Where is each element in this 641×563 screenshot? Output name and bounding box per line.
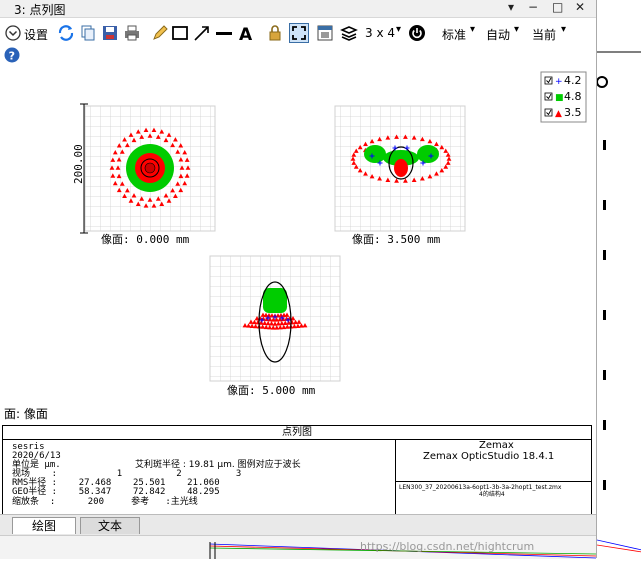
zemax-version: Zemax OpticStudio 18.4.1 xyxy=(423,451,555,462)
settings-button[interactable]: 设置 xyxy=(24,26,48,43)
zemax-title: Zemax xyxy=(479,440,514,451)
info-header: 点列图 xyxy=(3,426,591,440)
spot-diagram-svg: 像面: 0.000 mm 像面: 3.500 mm 像面: 5.000 mm 2… xyxy=(4,71,587,421)
auto-dropdown[interactable]: 自动 xyxy=(486,26,510,43)
legend-marker-green: ■ xyxy=(555,93,564,103)
layout-dropdown[interactable]: 3 x 4 xyxy=(365,26,395,40)
field-1-label: 像面: 0.000 mm xyxy=(101,233,190,246)
fit-frame-icon[interactable] xyxy=(289,23,309,43)
text-tool-icon[interactable]: A xyxy=(237,24,255,42)
legend-label-1: 4.2 xyxy=(564,74,582,87)
window-title: 3: 点列图 xyxy=(14,3,66,17)
close-button[interactable]: ✕ xyxy=(575,0,585,14)
background-lines: https://blog.csdn.net/hightcrum xyxy=(209,540,597,559)
current-dropdown[interactable]: 当前 xyxy=(532,26,556,43)
window-titlebar: 3: 点列图 ▾ − □ ✕ xyxy=(0,0,596,18)
print-icon[interactable] xyxy=(123,24,141,42)
background-window xyxy=(596,0,641,558)
copy-icon[interactable] xyxy=(79,24,97,42)
arrow-icon[interactable] xyxy=(193,24,211,42)
save-icon[interactable] xyxy=(101,24,119,42)
field-3-label: 像面: 5.000 mm xyxy=(227,384,316,397)
airy-radius-text: 艾利斑半径 : 19.81 μm. 图例对应于波长 xyxy=(135,460,301,470)
minimize-button[interactable]: − xyxy=(528,0,538,14)
info-line-6: GEO半径 : 58.347 72.842 48.295 xyxy=(12,487,220,497)
info-panel: 点列图 sesris 2020/6/13 单位是 μm. 视场 : 1 2 3 … xyxy=(2,425,592,515)
legend-label-2: 4.8 xyxy=(564,90,582,103)
pencil-icon[interactable] xyxy=(151,24,169,42)
watermark: https://blog.csdn.net/hightcrum xyxy=(360,540,534,553)
maximize-button[interactable]: □ xyxy=(552,0,563,14)
field-2-label: 像面: 3.500 mm xyxy=(352,233,441,246)
window-icon[interactable] xyxy=(316,24,334,42)
layers-icon[interactable] xyxy=(340,24,358,42)
settings-chevron-icon[interactable] xyxy=(4,24,22,42)
chevron-down-icon[interactable]: ▾ xyxy=(514,24,519,35)
view-tabs: 绘图 文本 xyxy=(0,514,596,535)
config-label: 4的结构4 xyxy=(479,491,505,498)
field-3-plot xyxy=(209,255,341,382)
surface-label: 面: 像面 xyxy=(4,407,48,421)
bottom-panel: https://blog.csdn.net/hightcrum xyxy=(0,535,597,559)
tab-plot[interactable]: 绘图 xyxy=(12,517,76,534)
svg-text:A: A xyxy=(239,25,253,42)
rectangle-icon[interactable] xyxy=(171,24,189,42)
field-2-plot xyxy=(334,105,466,232)
toolbar: 设置 A 3 x 4 ▾ 标准 ▾ 自动 ▾ 当前 ▾ ? xyxy=(0,18,596,66)
lock-icon[interactable] xyxy=(266,24,284,42)
info-right-divider xyxy=(395,481,591,482)
background-window-svg xyxy=(596,51,641,553)
standard-dropdown[interactable]: 标准 xyxy=(442,26,466,43)
spot-diagram-area: 像面: 0.000 mm 像面: 3.500 mm 像面: 5.000 mm 2… xyxy=(0,66,596,422)
chevron-down-icon[interactable]: ▾ xyxy=(470,24,475,35)
info-divider xyxy=(395,439,396,514)
power-icon[interactable] xyxy=(408,24,426,42)
tab-text[interactable]: 文本 xyxy=(80,517,140,534)
refresh-icon[interactable] xyxy=(57,24,75,42)
wavelength-legend: + 4.2 ■ 4.8 ▲ 3.5 xyxy=(540,71,587,123)
legend-marker-blue: + xyxy=(555,77,563,87)
info-line-7: 缩放条 : 200 参考 :主光线 xyxy=(12,497,198,507)
chevron-down-icon[interactable]: ▾ xyxy=(396,24,401,35)
dropdown-icon[interactable]: ▾ xyxy=(508,0,514,14)
line-icon[interactable] xyxy=(215,24,233,42)
legend-marker-red: ▲ xyxy=(555,109,562,119)
scale-bar-label: 200.00 xyxy=(72,144,85,184)
field-1-plot xyxy=(80,103,216,234)
legend-label-3: 3.5 xyxy=(564,106,582,119)
chevron-down-icon[interactable]: ▾ xyxy=(561,24,566,35)
svg-text:?: ? xyxy=(9,50,15,63)
help-icon[interactable]: ? xyxy=(4,47,20,63)
